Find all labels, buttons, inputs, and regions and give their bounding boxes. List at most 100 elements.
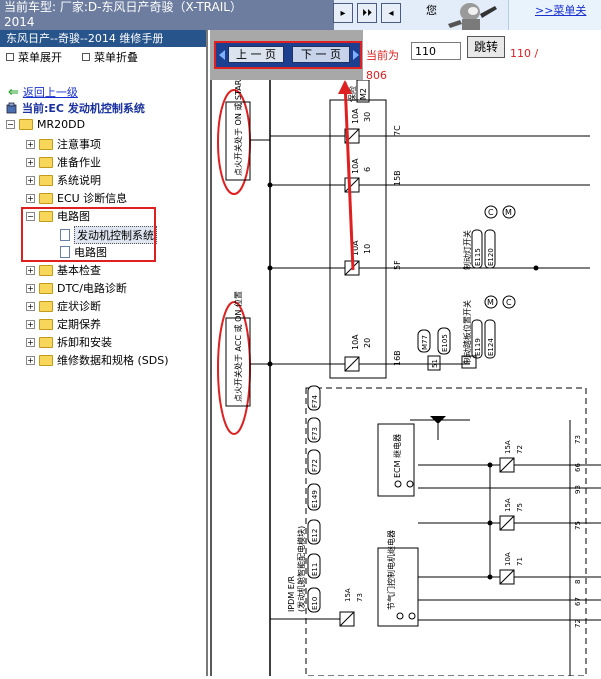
expand-toggle-icon[interactable]: + [26, 265, 35, 275]
frame-left-button[interactable]: ◂ [381, 3, 401, 23]
prev-page-button[interactable]: 上 一 页 [228, 46, 284, 63]
connector-e105: E105 [441, 334, 449, 352]
tree-item-label: 定期保养 [57, 318, 101, 331]
expand-toggle-icon[interactable]: + [26, 175, 35, 185]
fuse-15a-73-amp: 15A [344, 588, 352, 602]
svg-text:M: M [487, 298, 494, 307]
expand-icon [6, 53, 14, 61]
svg-text:15A: 15A [504, 498, 512, 512]
frame-split-button[interactable]: ⏵⏵ [357, 3, 377, 23]
folder-icon [39, 192, 53, 204]
svg-text:ECM 继电器: ECM 继电器 [392, 434, 402, 478]
frame-nav-buttons: ▸ ⏵⏵ ◂ [333, 3, 401, 23]
page-number-input[interactable] [411, 42, 461, 60]
tree-root[interactable]: − MR20DD [6, 118, 85, 131]
wire-93: 93 [574, 485, 582, 494]
folder-icon [39, 318, 53, 330]
tree-item-basic-inspection[interactable]: + 基本检查 [26, 262, 101, 278]
tree-item-dtc-diagnosis[interactable]: + DTC/电路诊断 [26, 280, 127, 296]
tree-item-sds[interactable]: + 维修数据和规格 (SDS) [26, 352, 169, 368]
wire-72: 72 [574, 619, 582, 628]
throttle-motor-relay: 节气门控制电机继电器 [377, 530, 419, 627]
tree-item-label: 基本检查 [57, 264, 101, 277]
wire-8: 8 [574, 580, 582, 584]
tree-item-system-description[interactable]: + 系统说明 [26, 172, 101, 188]
fuse-15a-75: 15A 75 [499, 498, 524, 531]
ipdm-box [305, 387, 587, 677]
ignition-acc-on-label: 点火开关处于 ACC 或 ON 位置 [233, 291, 243, 402]
back-arrow-icon: ⇐ [8, 84, 19, 100]
expand-toggle-icon[interactable]: + [26, 355, 35, 365]
tree-item-label: 系统说明 [57, 174, 101, 187]
svg-text:10A: 10A [504, 552, 512, 566]
wire-75: 75 [574, 521, 582, 530]
svg-text:20: 20 [363, 338, 372, 348]
next-arrow-icon [353, 50, 359, 60]
expand-toggle-icon[interactable]: + [26, 157, 35, 167]
tree-item-label: 维修数据和规格 (SDS) [57, 354, 169, 367]
greeting-text: 您 [426, 4, 437, 17]
expand-toggle-icon[interactable]: + [26, 193, 35, 203]
svg-text:72: 72 [516, 445, 524, 454]
folder-icon [39, 264, 53, 276]
svg-text:制动踏板位置开关: 制动踏板位置开关 [462, 300, 472, 364]
highlight-box [21, 207, 156, 262]
prev-arrow-icon [219, 50, 225, 60]
next-page-button[interactable]: 下 一 页 [292, 46, 350, 63]
svg-text:16B: 16B [393, 350, 402, 366]
tree-item-precautions[interactable]: + 注意事项 [26, 136, 101, 152]
tree-item-maintenance[interactable]: + 定期保养 [26, 316, 101, 332]
fuse-10a-71: 10A 71 [499, 552, 524, 585]
svg-text:15A: 15A [504, 440, 512, 454]
connector-e10: E10 [311, 597, 319, 610]
menu-collapse-label: 菜单折叠 [94, 51, 138, 64]
connector-f73: F73 [311, 427, 319, 440]
folder-icon [39, 282, 53, 294]
jump-button[interactable]: 跳转 [467, 36, 505, 58]
connector-e149: E149 [311, 490, 319, 508]
ipdm-label: IPDM E/R [287, 575, 296, 612]
tree-item-preparation[interactable]: + 准备作业 [26, 154, 101, 170]
connector-e12: E12 [311, 529, 319, 542]
engine-icon [6, 102, 17, 114]
expand-toggle-icon[interactable]: + [26, 139, 35, 149]
vehicle-title-line2: 2014 [4, 15, 35, 29]
folder-icon [39, 300, 53, 312]
collapse-toggle-icon[interactable]: − [6, 120, 15, 129]
menu-expand[interactable]: 菜单展开 [6, 49, 62, 65]
back-link-row[interactable]: ⇐ 返回上一级 [8, 84, 78, 100]
pager-bar: 上 一 页 下 一 页 [214, 41, 362, 69]
mascot-icon [448, 3, 497, 30]
menu-controls: 菜单展开 菜单折叠 [0, 47, 206, 67]
connector-f72: F72 [311, 459, 319, 472]
back-link[interactable]: 返回上一级 [23, 84, 78, 100]
expand-toggle-icon[interactable]: + [26, 301, 35, 311]
page-info: 当前为 跳转 110 / 806 [363, 30, 545, 82]
menu-close-link-area: >>菜单关 [508, 0, 601, 30]
tree-item-symptom-diagnosis[interactable]: + 症状诊断 [26, 298, 101, 314]
vehicle-title-line1: 当前车型: 厂家:D-东风日产奇骏（X-TRAIL） [4, 0, 242, 14]
menu-close-link[interactable]: >>菜单关 [535, 2, 586, 18]
folder-icon [39, 156, 53, 168]
annotation-arrow [338, 80, 355, 271]
folder-icon [39, 336, 53, 348]
fuse-15a-73-num: 73 [356, 593, 364, 602]
wire-73: 73 [574, 435, 582, 444]
expand-toggle-icon[interactable]: + [26, 337, 35, 347]
tree-item-label: 注意事项 [57, 138, 101, 151]
sidebar: 东风日产--奇骏--2014 维修手册 菜单展开 菜单折叠 ⇐ 返回上一级 当前… [0, 30, 208, 676]
frame-right-button[interactable]: ▸ [333, 3, 353, 23]
svg-text:节气门控制电机继电器: 节气门控制电机继电器 [386, 530, 396, 610]
tree-item-ecu-diagnosis[interactable]: + ECU 诊断信息 [26, 190, 127, 206]
svg-text:E119: E119 [474, 338, 482, 356]
wire-66: 66 [574, 463, 582, 472]
tree-root-label: MR20DD [37, 118, 86, 131]
svg-text:C: C [506, 298, 512, 307]
pin-51: 51 [431, 359, 439, 368]
current-section-label: 当前:EC 发动机控制系统 [22, 102, 145, 115]
menu-collapse[interactable]: 菜单折叠 [82, 49, 138, 65]
tree-item-removal-installation[interactable]: + 拆卸和安装 [26, 334, 112, 350]
expand-toggle-icon[interactable]: + [26, 319, 35, 329]
brake-pedal-position-switch: 制动踏板位置开关 E119 E124 M C [461, 295, 516, 369]
expand-toggle-icon[interactable]: + [26, 283, 35, 293]
